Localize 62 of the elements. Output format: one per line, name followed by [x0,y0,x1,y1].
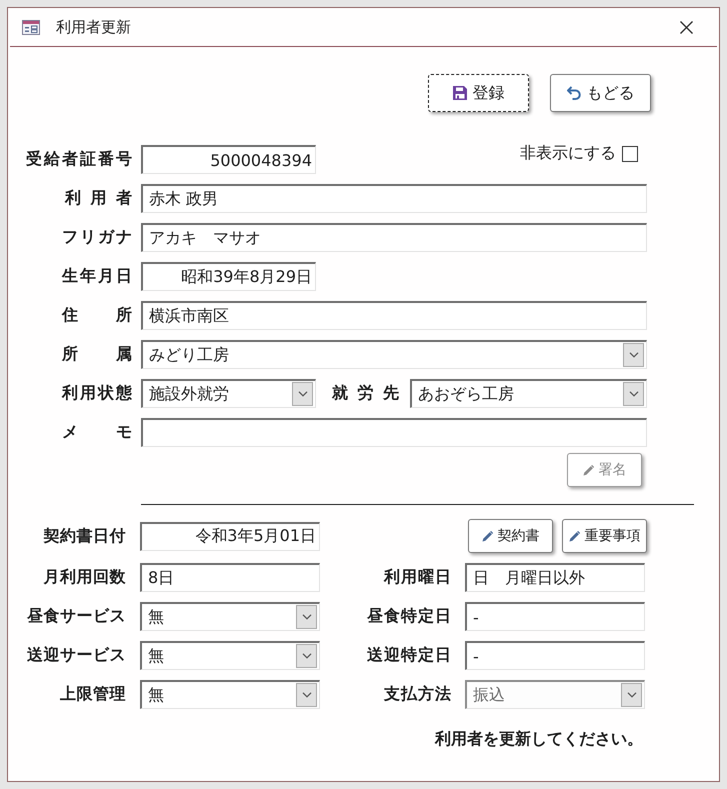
text-field[interactable]: 昭和39年8月29日 [141,262,316,291]
checkbox-label: 非表示にする [520,143,616,164]
text-field[interactable]: アカキ マサオ [141,223,647,252]
field-label: フリガナ [61,227,134,248]
chevron-down-icon [302,653,312,659]
text-field[interactable]: - [465,641,645,670]
field-label: 月利用回数 [42,567,126,588]
window-title: 利用者更新 [56,18,131,36]
chevron-down-icon [298,391,308,397]
back-button[interactable]: もどる [550,74,651,112]
text-field[interactable]: 5000048394 [141,145,316,174]
field-label: 支払方法 [383,684,452,705]
text-field[interactable]: 横浜市南区 [141,301,647,330]
field-label: 利 用 者 [64,188,134,209]
edit-button[interactable]: 契約書 [468,519,553,553]
chevron-down-icon [302,692,312,698]
text-field[interactable] [141,418,647,447]
chevron-down-icon [628,391,638,397]
pencil-icon [568,530,580,542]
text-field[interactable]: 8日 [140,563,320,592]
field-label: 住 所 [60,305,134,326]
status-message: 利用者を更新してください。 [435,729,643,750]
chevron-down-icon [302,614,312,620]
save-button[interactable]: 登録 [428,74,529,112]
form-icon [22,20,40,34]
dropdown-field[interactable]: 無 [140,602,320,631]
field-label: メ モ [61,422,134,443]
dropdown-button[interactable] [292,382,313,406]
text-field[interactable]: 日 月曜日以外 [465,563,645,592]
checkbox[interactable] [622,146,638,162]
dropdown-field[interactable]: あおぞら工房 [410,379,647,408]
chevron-down-icon [628,352,638,358]
pencil-icon [482,530,492,542]
field-label: 就 労 先 [332,383,402,404]
field-label: 受給者証番号 [25,149,134,170]
field-label: 送迎特定日 [366,645,452,666]
field-label: 生年月日 [60,266,134,287]
dropdown-button[interactable] [623,382,644,406]
pencil-icon [582,464,594,476]
field-label: 所 属 [60,344,134,365]
chevron-down-icon [626,692,636,698]
field-label: 上限管理 [59,684,126,705]
field-label: 昼食サービス [26,606,126,627]
dropdown-button[interactable] [296,605,317,629]
dropdown-button[interactable] [296,683,317,707]
field-label: 昼食特定日 [366,606,452,627]
field-label: 利用状態 [60,383,134,404]
text-field[interactable]: 赤木 政男 [141,184,647,213]
undo-arrow-icon [566,86,580,100]
dropdown-button[interactable] [623,343,644,367]
dropdown-field[interactable]: 無 [140,680,320,709]
text-field[interactable]: - [465,602,645,631]
dropdown-field[interactable]: 施設外就労 [141,379,316,408]
dropdown-field[interactable]: 無 [140,641,320,670]
text-field[interactable]: 令和3年5月01日 [140,522,320,550]
edit-button[interactable]: 重要事項 [562,519,647,553]
dropdown-field[interactable]: みどり工房 [141,340,647,369]
field-label: 契約書日付 [42,526,126,546]
field-label: 送迎サービス [26,645,126,666]
dropdown-button[interactable] [296,644,317,668]
field-label: 利用曜日 [382,567,452,588]
close-icon [680,20,693,34]
